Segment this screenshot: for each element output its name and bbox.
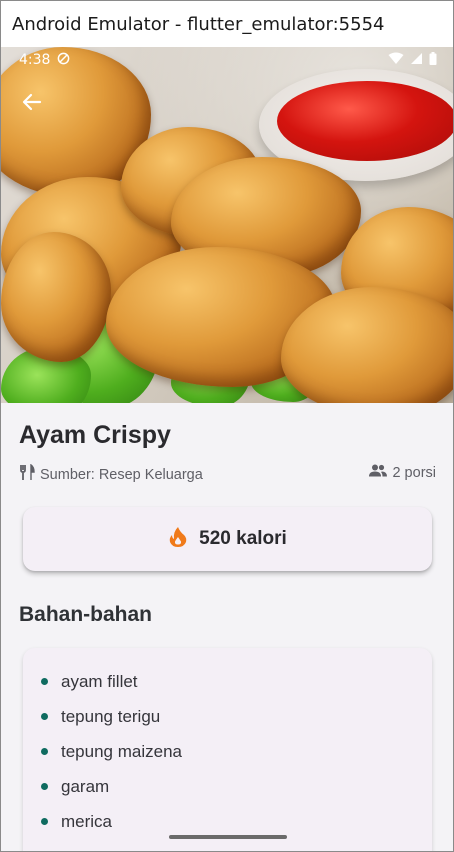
- recipe-servings: 2 porsi: [369, 464, 436, 481]
- battery-icon: [429, 51, 437, 69]
- emulator-window: Android Emulator - flutter_emulator:5554…: [0, 0, 454, 852]
- fire-icon: [168, 526, 188, 553]
- list-item: tepung maizena: [23, 734, 182, 769]
- ingredients-heading: Bahan-bahan: [19, 603, 153, 626]
- servings-label: 2 porsi: [392, 464, 436, 481]
- list-item: ayam fillet: [23, 664, 138, 699]
- cutlery-icon: [19, 463, 35, 485]
- shield-icon: [57, 52, 70, 69]
- calorie-card: 520 kalori: [23, 507, 432, 571]
- back-button[interactable]: [15, 87, 49, 121]
- recipe-source: Sumber: Resep Keluarga: [19, 463, 203, 485]
- back-arrow-icon: [22, 92, 42, 117]
- list-item: [23, 839, 48, 851]
- list-item: merica: [23, 804, 112, 839]
- window-title: Android Emulator - flutter_emulator:5554: [12, 13, 385, 35]
- people-icon: [369, 464, 388, 481]
- android-status-bar: 4:38: [1, 47, 453, 73]
- ingredients-card: ayam fillet tepung terigu tepung maizena…: [23, 648, 432, 851]
- recipe-hero-image: [1, 47, 453, 403]
- list-item: garam: [23, 769, 109, 804]
- source-label: Sumber: Resep Keluarga: [40, 466, 203, 483]
- list-item: tepung terigu: [23, 699, 160, 734]
- status-time: 4:38: [19, 52, 51, 68]
- recipe-title: Ayam Crispy: [19, 421, 171, 449]
- window-titlebar: Android Emulator - flutter_emulator:5554: [1, 1, 453, 47]
- calorie-value: 520 kalori: [199, 528, 287, 549]
- recipe-details: Ayam Crispy Sumber: Resep Keluarga 2 por…: [1, 403, 453, 851]
- ketchup: [277, 81, 453, 161]
- signal-icon: [410, 52, 423, 69]
- home-gesture-bar[interactable]: [169, 835, 287, 839]
- wifi-icon: [388, 52, 404, 69]
